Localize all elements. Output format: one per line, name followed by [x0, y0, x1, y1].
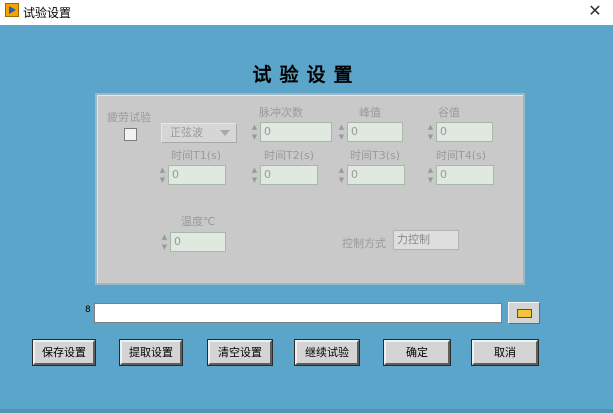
- waveform-select[interactable]: 正弦波: [161, 123, 237, 143]
- spinner-icon[interactable]: ▲ ▼: [337, 122, 346, 142]
- clear-settings-button[interactable]: 清空设置: [207, 339, 273, 366]
- t1-field[interactable]: 0: [168, 165, 226, 185]
- peak-field[interactable]: 0: [347, 122, 403, 142]
- spinner-icon[interactable]: ▲ ▼: [250, 122, 259, 142]
- resume-test-button[interactable]: 继续试验: [294, 339, 360, 366]
- window-title: 试验设置: [23, 6, 72, 20]
- valley-control[interactable]: ▲ ▼ 0: [426, 122, 493, 142]
- temperature-label: 温度℃: [181, 215, 216, 228]
- valley-field[interactable]: 0: [436, 122, 493, 142]
- spinner-icon[interactable]: ▲ ▼: [158, 165, 167, 185]
- spinner-icon[interactable]: ▲ ▼: [426, 122, 435, 142]
- page-title: 试验设置: [252, 64, 361, 86]
- spinner-icon[interactable]: ▲ ▼: [426, 165, 435, 185]
- browse-button[interactable]: [508, 302, 540, 324]
- bottom-border: [0, 409, 613, 413]
- peak-control[interactable]: ▲ ▼ 0: [337, 122, 403, 142]
- path-type-icon: 8: [85, 305, 91, 315]
- peak-label: 峰值: [359, 106, 381, 119]
- t4-label: 时间T4(s): [436, 149, 487, 162]
- t1-control[interactable]: ▲ ▼ 0: [158, 165, 226, 185]
- pulse-count-control[interactable]: ▲ ▼ 0: [250, 122, 332, 142]
- spinner-icon[interactable]: ▲ ▼: [250, 165, 259, 185]
- pulse-count-label: 脉冲次数: [259, 106, 303, 119]
- t1-label: 时间T1(s): [171, 149, 222, 162]
- front-panel: 试验设置 疲劳试验 正弦波 脉冲次数 ▲▼ 0 峰值 ▲▼ 0 谷值 ▲▼: [0, 25, 613, 413]
- load-settings-button[interactable]: 提取设置: [119, 339, 183, 366]
- waveform-value: 正弦波: [170, 126, 203, 139]
- t4-control[interactable]: ▲ ▼ 0: [426, 165, 494, 185]
- fatigue-test-checkbox[interactable]: [124, 128, 137, 141]
- control-mode-field[interactable]: 力控制: [393, 230, 459, 250]
- chevron-down-icon: [220, 130, 230, 136]
- t3-field[interactable]: 0: [347, 165, 405, 185]
- spinner-icon[interactable]: ▲ ▼: [160, 232, 169, 252]
- temperature-field[interactable]: 0: [170, 232, 226, 252]
- close-icon[interactable]: ✕: [585, 1, 605, 21]
- control-mode-label: 控制方式: [342, 237, 386, 250]
- settings-group: 疲劳试验 正弦波 脉冲次数 ▲ ▼ 0 峰值 ▲ ▼ 0 谷值 ▲ ▼ 0 时间…: [95, 93, 525, 285]
- settings-window: 试验设置 ✕ 试验设置 疲劳试验 正弦波 脉冲次数 ▲ ▼ 0 峰值 ▲ ▼ 0 谷…: [0, 0, 613, 413]
- save-settings-button[interactable]: 保存设置: [32, 339, 96, 366]
- cancel-button[interactable]: 取消: [471, 339, 539, 366]
- title-bar: 试验设置 ✕: [0, 0, 613, 25]
- valley-label: 谷值: [438, 106, 460, 119]
- t4-field[interactable]: 0: [436, 165, 494, 185]
- t2-field[interactable]: 0: [260, 165, 318, 185]
- pulse-count-field[interactable]: 0: [260, 122, 332, 142]
- t3-label: 时间T3(s): [350, 149, 401, 162]
- t3-control[interactable]: ▲ ▼ 0: [337, 165, 405, 185]
- t2-control[interactable]: ▲ ▼ 0: [250, 165, 318, 185]
- temperature-control[interactable]: ▲ ▼ 0: [160, 232, 226, 252]
- fatigue-test-label: 疲劳试验: [107, 111, 151, 124]
- labview-run-icon: [5, 3, 19, 17]
- t2-label: 时间T2(s): [264, 149, 315, 162]
- spinner-icon[interactable]: ▲ ▼: [337, 165, 346, 185]
- file-path-input[interactable]: [94, 303, 502, 323]
- folder-icon: [517, 309, 532, 318]
- ok-button[interactable]: 确定: [383, 339, 451, 366]
